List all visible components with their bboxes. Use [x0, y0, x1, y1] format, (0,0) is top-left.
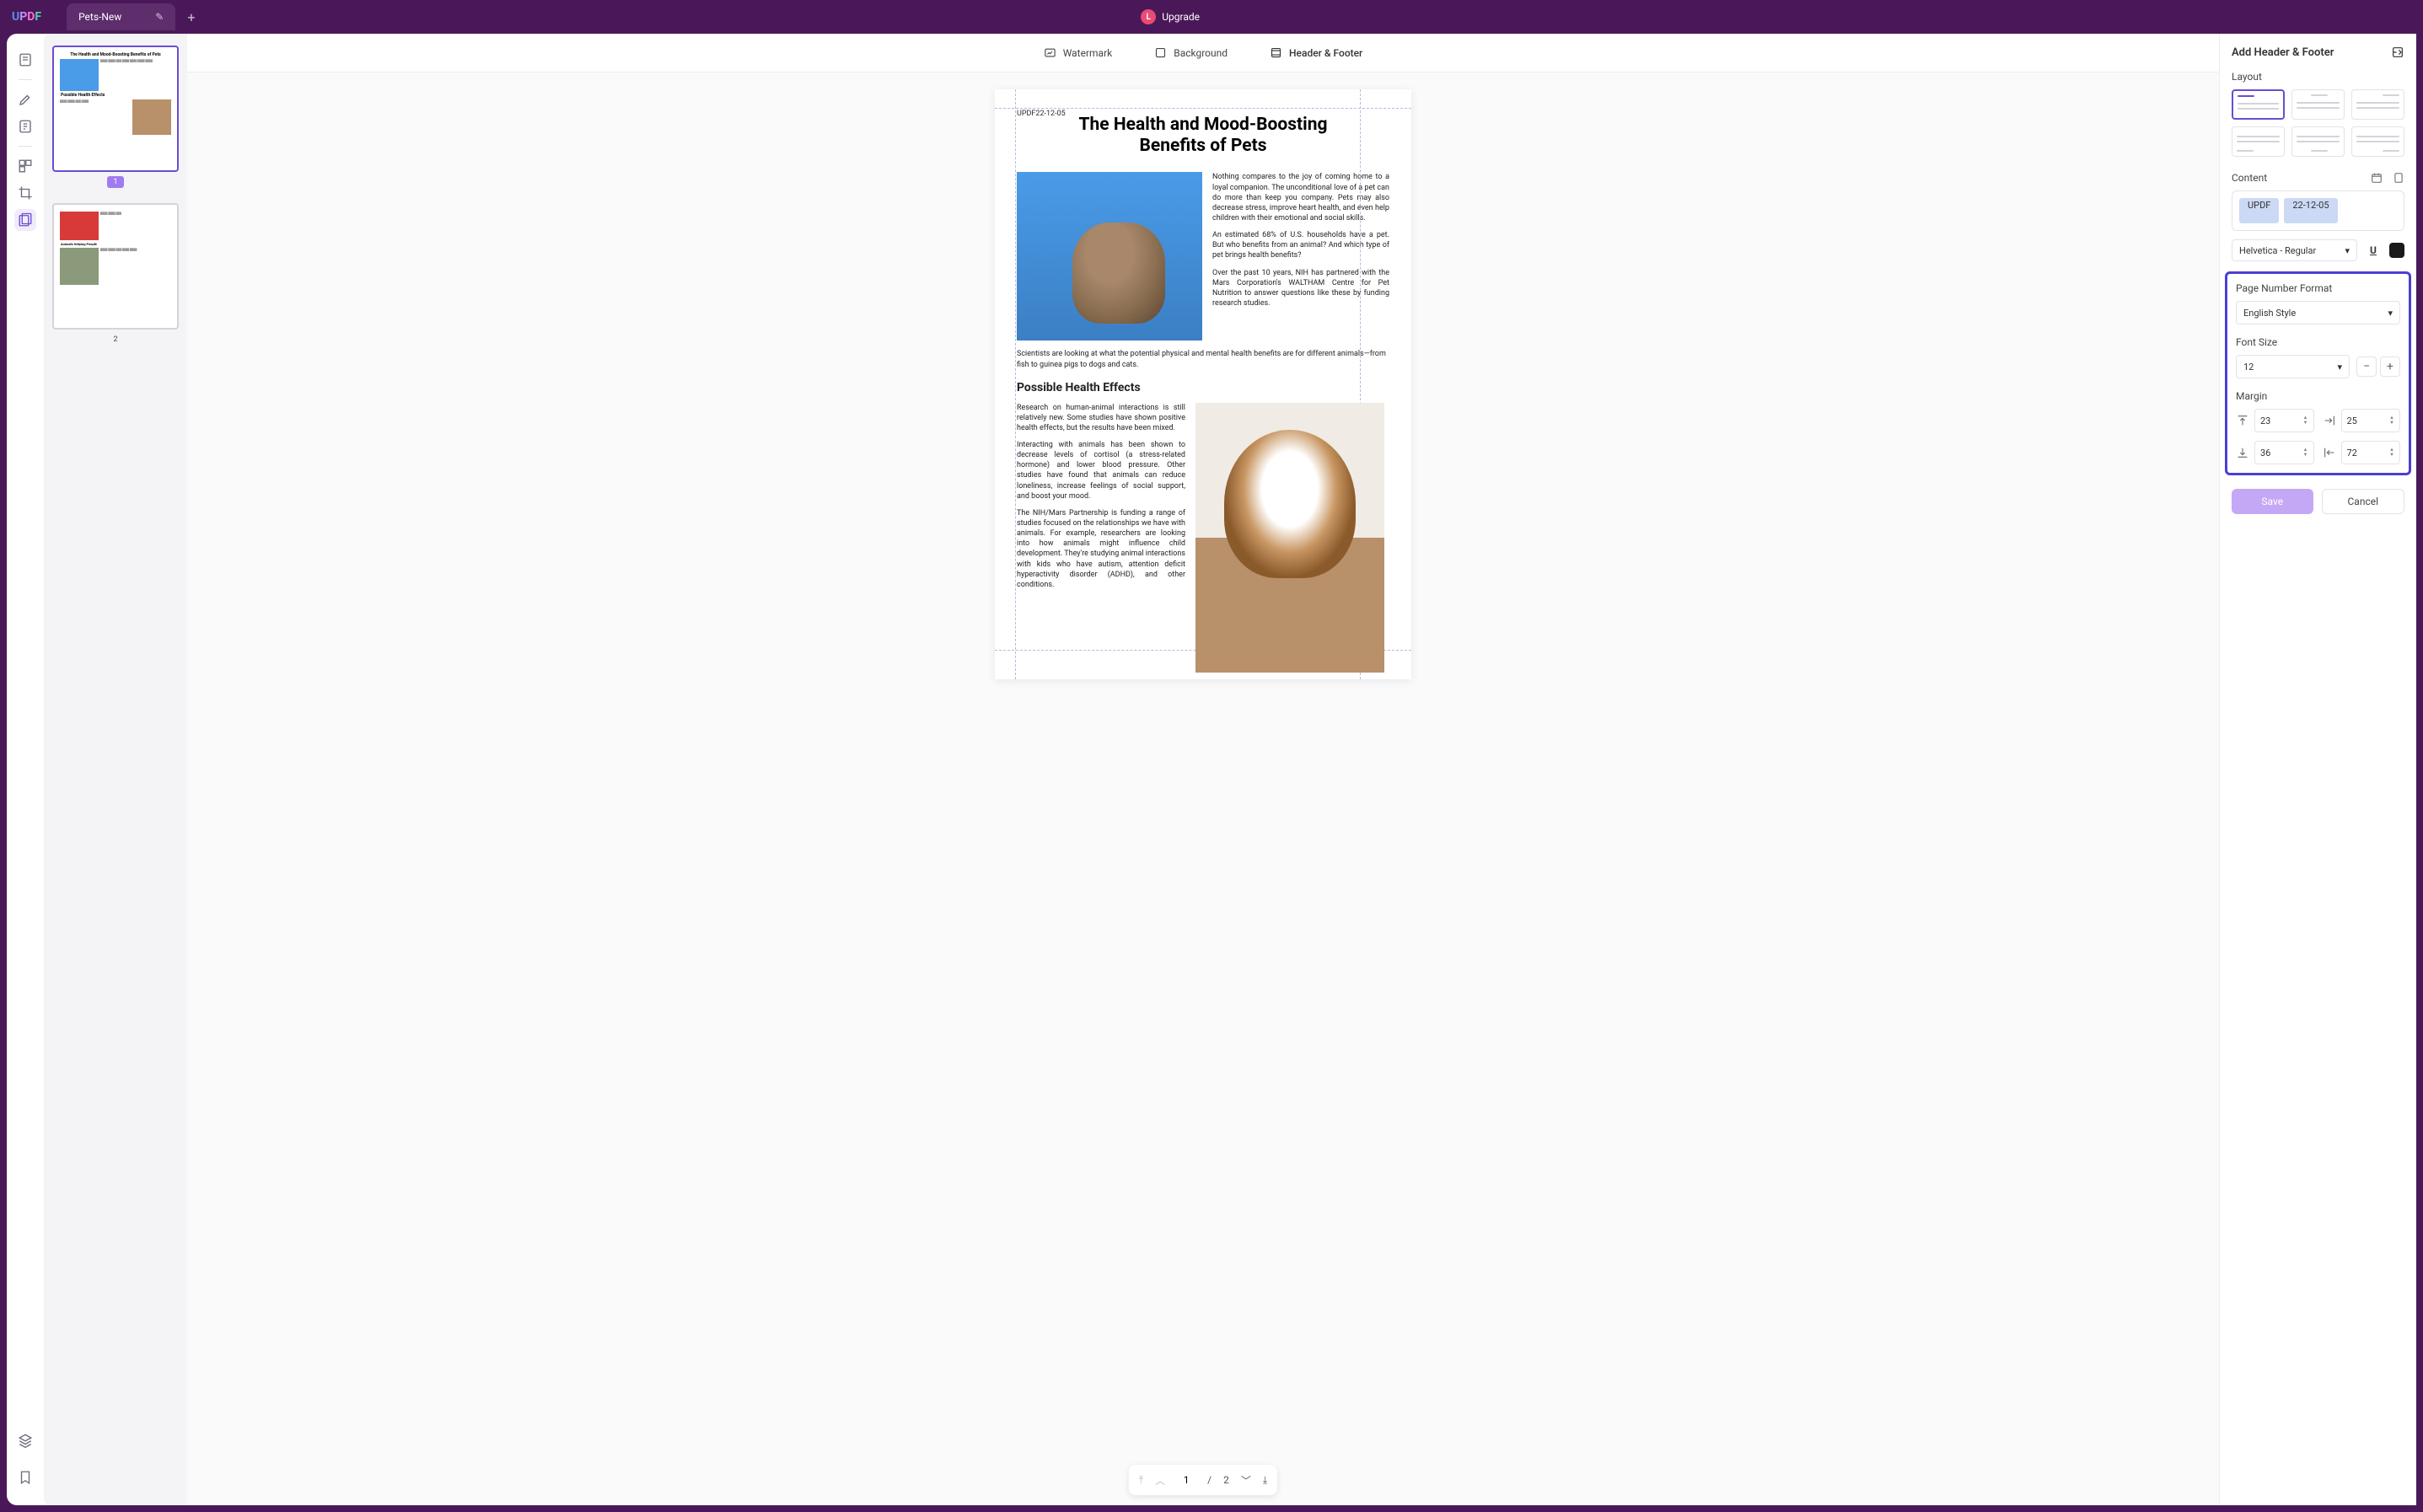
cancel-button[interactable]: Cancel [2322, 489, 2405, 514]
page-number-format-value: English Style [2243, 308, 2296, 319]
app-logo: UPDF [12, 10, 41, 24]
current-page-input[interactable] [1177, 1474, 1195, 1486]
margin-right-input[interactable]: 25▲▼ [2341, 409, 2401, 432]
layers-icon[interactable] [14, 1429, 36, 1451]
paragraph: Nothing compares to the joy of coming ho… [1212, 172, 1389, 223]
margin-top-input[interactable]: 23▲▼ [2254, 409, 2314, 432]
tab-background[interactable]: Background [1154, 46, 1228, 59]
insert-date-icon[interactable] [2371, 172, 2383, 184]
margin-bottom-icon [2236, 446, 2249, 459]
dog-image [1195, 403, 1384, 673]
tab-background-label: Background [1174, 47, 1228, 59]
annotate-tool-icon[interactable] [14, 88, 36, 110]
font-size-increase[interactable]: + [2380, 357, 2400, 377]
thumbnails-panel: The Health and Mood-Boosting Benefits of… [44, 34, 187, 1505]
collapse-panel-icon[interactable] [2391, 46, 2404, 59]
document-title: The Health and Mood-Boosting Benefits of… [995, 89, 1411, 164]
page-navigator: ⤒ ︿ / 2 ﹀ ⤓ [1129, 1465, 1277, 1495]
total-pages: 2 [1223, 1474, 1229, 1486]
first-page-button[interactable]: ⤒ [1139, 1474, 1143, 1487]
layout-label: Layout [2232, 71, 2404, 83]
section-heading: Possible Health Effects [1017, 380, 1389, 396]
thumbnail-2-label: 2 [107, 334, 124, 346]
rename-icon[interactable]: ✎ [155, 11, 164, 23]
content-chip-date[interactable]: 22-12-05 [2284, 198, 2337, 223]
header-footer-panel: Add Header & Footer Layout Content UPDF … [2219, 34, 2416, 1505]
content-label: Content [2232, 172, 2267, 184]
page-tools-icon[interactable] [14, 209, 36, 231]
layout-option-1[interactable] [2232, 89, 2285, 120]
panel-title: Add Header & Footer [2232, 46, 2334, 59]
document-tab[interactable]: Pets-New ✎ [67, 3, 175, 30]
margin-top-icon [2236, 414, 2249, 427]
underline-button[interactable]: U [2364, 241, 2383, 260]
tab-title: Pets-New [78, 11, 121, 23]
layout-option-2[interactable] [2291, 89, 2345, 120]
paragraph: Scientists are looking at what the poten… [1017, 349, 1389, 369]
font-size-value: 12 [2243, 362, 2254, 373]
layout-option-4[interactable] [2232, 126, 2285, 157]
margin-right-icon [2323, 414, 2336, 427]
reader-tool-icon[interactable] [14, 49, 36, 71]
bookmark-icon[interactable] [14, 1466, 36, 1488]
layout-option-6[interactable] [2351, 126, 2404, 157]
margin-left-input[interactable]: 72▲▼ [2341, 441, 2401, 464]
organize-tool-icon[interactable] [14, 155, 36, 177]
paragraph: Interacting with animals has been shown … [1017, 440, 1185, 501]
cat-image [1017, 172, 1202, 340]
font-size-label: Font Size [2236, 336, 2400, 348]
tab-watermark-label: Watermark [1063, 47, 1113, 59]
edit-tool-icon[interactable] [14, 115, 36, 137]
upgrade-button[interactable]: L Upgrade [1141, 9, 1200, 24]
thumbnail-page-2[interactable]: ████ ████ ███ Animals Helping People ███… [52, 203, 179, 330]
margin-left-icon [2323, 446, 2336, 459]
header-footer-icon [1270, 46, 1282, 59]
page-preview: UPDF22-12-05 The Health and Mood-Boostin… [995, 89, 1411, 679]
prev-page-button[interactable]: ︿ [1155, 1473, 1165, 1488]
background-icon [1154, 46, 1167, 59]
font-size-decrease[interactable]: − [2356, 357, 2377, 377]
tab-header-footer-label: Header & Footer [1289, 47, 1362, 59]
chevron-down-icon: ▾ [2345, 245, 2350, 256]
chevron-down-icon: ▾ [2337, 362, 2342, 373]
chevron-down-icon: ▾ [2388, 308, 2393, 319]
margin-bottom-input[interactable]: 36▲▼ [2254, 441, 2314, 464]
page-number-format-select[interactable]: English Style ▾ [2236, 301, 2400, 324]
thumbnail-1-label: 1 [107, 176, 124, 188]
margin-label: Margin [2236, 390, 2400, 402]
paragraph: Research on human-animal interactions is… [1017, 403, 1185, 433]
save-button[interactable]: Save [2232, 489, 2313, 514]
upgrade-label: Upgrade [1162, 11, 1200, 23]
watermark-icon [1044, 46, 1056, 59]
font-size-select[interactable]: 12 ▾ [2236, 355, 2350, 378]
content-editor[interactable]: UPDF 22-12-05 [2232, 190, 2404, 231]
page-separator: / [1207, 1474, 1212, 1486]
paragraph: Over the past 10 years, NIH has partnere… [1212, 268, 1389, 309]
highlighted-settings: Page Number Format English Style ▾ Font … [2225, 271, 2411, 475]
page-number-format-label: Page Number Format [2236, 282, 2400, 294]
font-family-select[interactable]: Helvetica - Regular ▾ [2232, 239, 2357, 261]
paragraph: The NIH/Mars Partnership is funding a ra… [1017, 508, 1185, 590]
tab-header-footer[interactable]: Header & Footer [1270, 46, 1362, 59]
header-stamp: UPDF22-12-05 [1017, 110, 1066, 118]
font-family-value: Helvetica - Regular [2239, 245, 2316, 256]
thumbnail-page-1[interactable]: The Health and Mood-Boosting Benefits of… [52, 46, 179, 172]
next-page-button[interactable]: ﹀ [1241, 1473, 1251, 1488]
layout-option-5[interactable] [2291, 126, 2345, 157]
paragraph: An estimated 68% of U.S. households have… [1212, 230, 1389, 260]
crop-tool-icon[interactable] [14, 182, 36, 204]
user-avatar: L [1141, 9, 1156, 24]
new-tab-button[interactable]: + [187, 9, 195, 25]
insert-page-icon[interactable] [2393, 172, 2404, 184]
layout-option-3[interactable] [2351, 89, 2404, 120]
tab-watermark[interactable]: Watermark [1044, 46, 1113, 59]
last-page-button[interactable]: ⤓ [1263, 1474, 1267, 1487]
font-color-swatch[interactable] [2389, 243, 2404, 258]
content-chip-updf[interactable]: UPDF [2239, 198, 2279, 223]
